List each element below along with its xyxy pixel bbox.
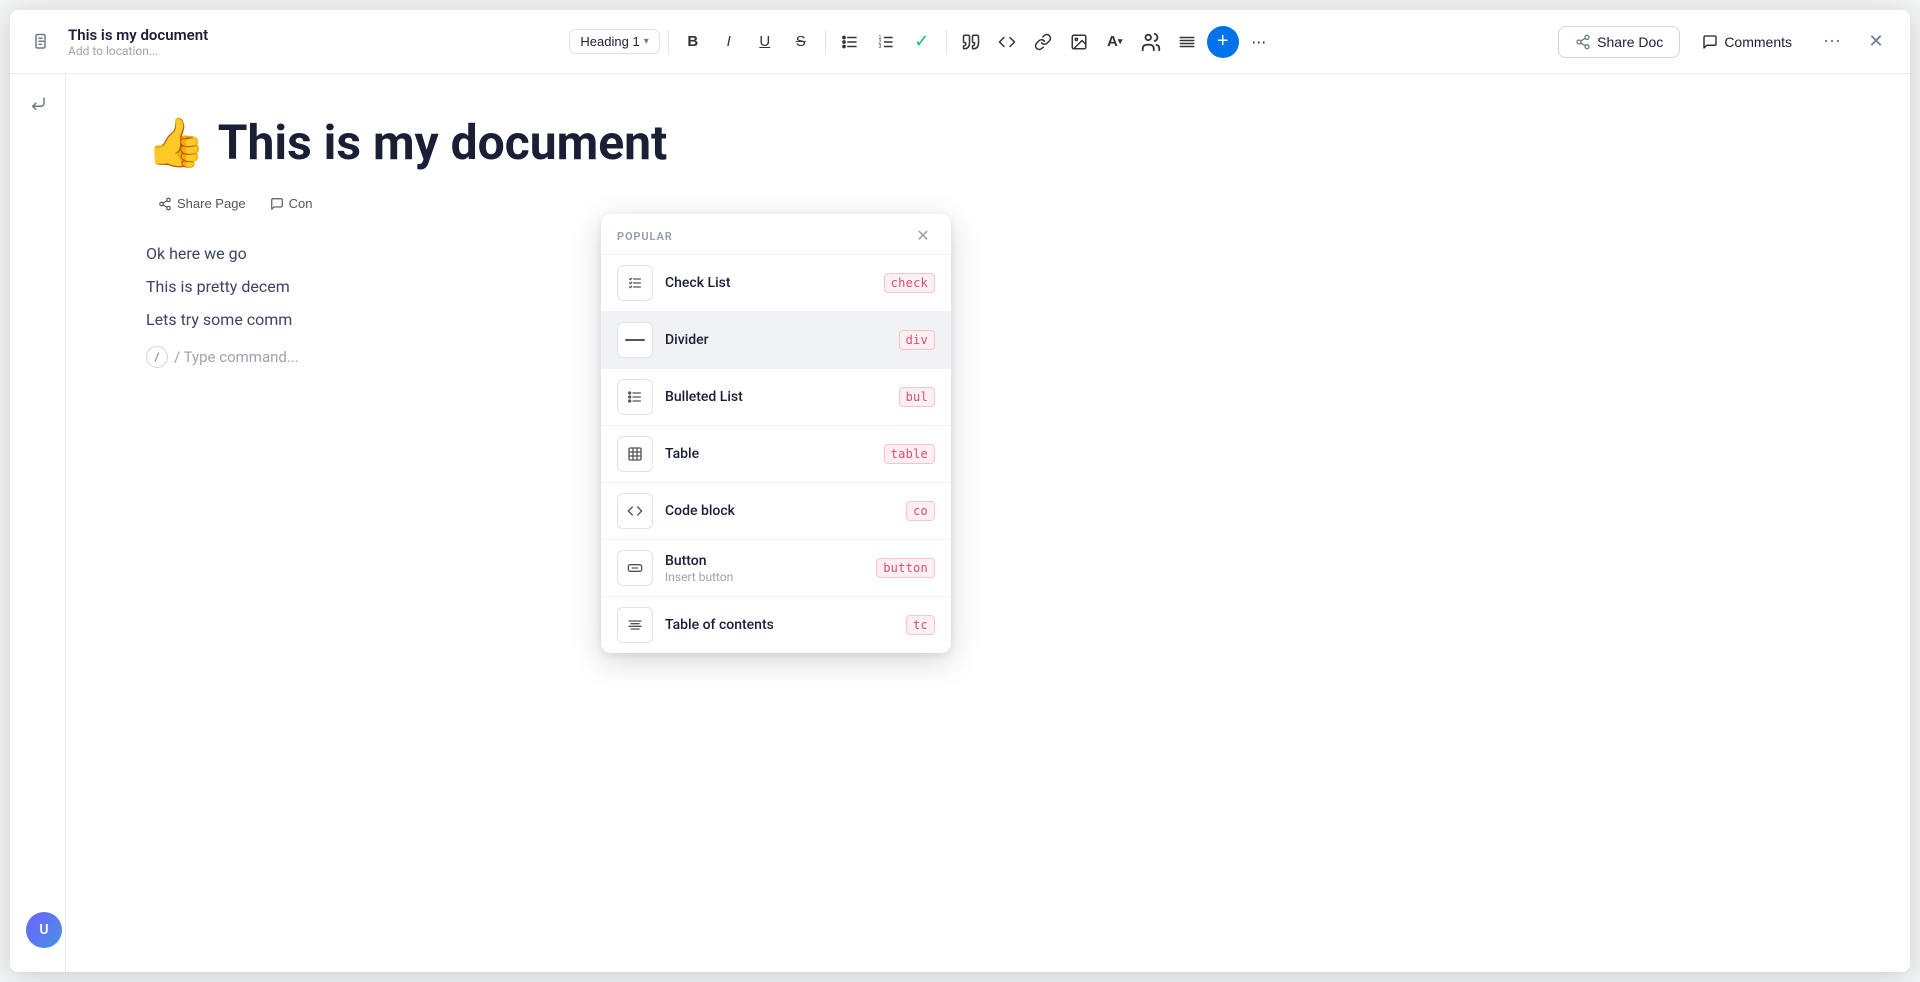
toolbar-separator-1 <box>668 30 669 54</box>
italic-button[interactable]: I <box>713 26 745 58</box>
paragraph-2[interactable]: This is pretty decem <box>146 273 1830 300</box>
comment-inline-button[interactable]: Con <box>258 191 325 216</box>
paragraph-1[interactable]: Ok here we go <box>146 240 1830 267</box>
quote-button[interactable] <box>955 26 987 58</box>
divider-icon <box>617 322 653 358</box>
collaborate-button[interactable] <box>1135 26 1167 58</box>
svg-text:3: 3 <box>878 44 881 50</box>
popup-close-button[interactable]: ✕ <box>911 224 935 248</box>
popup-item-table[interactable]: Table table <box>601 425 951 482</box>
popup-item-checklist[interactable]: Check List check <box>601 254 951 311</box>
button-icon <box>617 550 653 586</box>
toolbar-separator-2 <box>825 30 826 54</box>
underline-button[interactable]: U <box>749 26 781 58</box>
content-area: 👍 This is my document Share Page <box>10 74 1910 972</box>
chevron-down-icon: ▾ <box>644 36 649 47</box>
popup-header: POPULAR ✕ <box>601 214 951 254</box>
share-doc-button[interactable]: Share Doc <box>1558 26 1680 58</box>
command-dropdown: POPULAR ✕ Check List <box>601 214 951 653</box>
left-sidebar <box>10 74 66 972</box>
bold-button[interactable]: B <box>677 26 709 58</box>
doc-subtitle: Add to location... <box>68 44 208 58</box>
close-window-button[interactable]: ✕ <box>1858 24 1894 60</box>
document-heading: 👍 This is my document <box>146 114 1830 171</box>
more-menu-button[interactable]: ⋯ <box>1814 24 1850 60</box>
command-line: / / Type command... <box>146 346 1830 368</box>
strikethrough-button[interactable]: S <box>785 26 817 58</box>
inline-toolbar: Share Page Con <box>146 191 1830 216</box>
heading-text[interactable]: This is my document <box>218 114 668 171</box>
popup-section-label: POPULAR <box>617 230 673 243</box>
popup-item-toc[interactable]: Table of contents tc <box>601 596 951 653</box>
toolbar-left: This is my document Add to location... <box>26 26 286 58</box>
comments-button[interactable]: Comments <box>1688 27 1806 57</box>
code-block-icon <box>617 493 653 529</box>
toc-icon <box>617 607 653 643</box>
command-placeholder: / Type command... <box>174 348 299 366</box>
add-content-button[interactable]: + <box>1207 26 1239 58</box>
numbered-list-button[interactable]: 1 2 3 <box>870 26 902 58</box>
inline-code-button[interactable] <box>991 26 1023 58</box>
heading-select[interactable]: Heading 1 ▾ <box>569 29 659 54</box>
document-window: This is my document Add to location... H… <box>10 10 1910 972</box>
text-color-button[interactable]: A▾ <box>1099 26 1131 58</box>
popup-item-button[interactable]: Button Insert button button <box>601 539 951 596</box>
image-button[interactable] <box>1063 26 1095 58</box>
doc-title: This is my document <box>68 26 208 44</box>
more-options-toolbar-button[interactable]: ⋯ <box>1243 26 1275 58</box>
table-icon <box>617 436 653 472</box>
link-button[interactable] <box>1027 26 1059 58</box>
sidebar-back-button[interactable] <box>20 86 56 122</box>
document-body: 👍 This is my document Share Page <box>66 74 1910 972</box>
slash-command-icon: / <box>146 346 168 368</box>
main-toolbar: This is my document Add to location... H… <box>10 10 1910 74</box>
check-button[interactable]: ✓ <box>906 26 938 58</box>
checklist-icon <box>617 265 653 301</box>
heading-emoji: 👍 <box>146 114 206 171</box>
bulleted-list-icon <box>617 379 653 415</box>
paragraph-3[interactable]: Lets try some comm <box>146 306 1830 333</box>
toolbar-separator-3 <box>946 30 947 54</box>
align-button[interactable] <box>1171 26 1203 58</box>
bulleted-list-button[interactable] <box>834 26 866 58</box>
toolbar-right: Share Doc Comments ⋯ ✕ <box>1558 24 1894 60</box>
doc-icon <box>26 26 58 58</box>
popup-item-bulleted-list[interactable]: Bulleted List bul <box>601 368 951 425</box>
format-toolbar: Heading 1 ▾ B I U S <box>294 26 1550 58</box>
popup-item-code-block[interactable]: Code block co <box>601 482 951 539</box>
user-avatar[interactable]: U <box>26 912 62 948</box>
popup-item-divider[interactable]: Divider div <box>601 311 951 368</box>
share-page-button[interactable]: Share Page <box>146 191 258 216</box>
popup-container: POPULAR ✕ Check List <box>601 214 951 653</box>
doc-title-block: This is my document Add to location... <box>68 26 208 58</box>
